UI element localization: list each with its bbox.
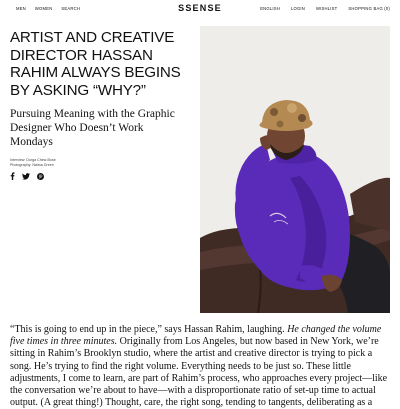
nav-link-wishlist[interactable]: WISHLIST	[316, 6, 337, 11]
nav-link-shopping-bag[interactable]: SHOPPING BAG (0)	[348, 6, 390, 11]
article-hero-photo	[200, 26, 390, 313]
article-headline: ARTIST AND CREATIVE DIRECTOR HASSAN RAHI…	[10, 29, 181, 99]
nav-right-group: ENGLISH LOGIN WISHLIST SHOPPING BAG (0)	[260, 6, 390, 11]
top-navigation: MEN WOMEN SEARCH SSENSE ENGLISH LOGIN WI…	[0, 0, 400, 20]
article-subhead: Pursuing Meaning with the Graphic Design…	[10, 108, 175, 148]
portrait-illustration	[200, 26, 390, 313]
share-buttons	[10, 172, 44, 180]
body-text-intro: “This is going to end up in the piece,” …	[10, 324, 288, 335]
nav-link-language[interactable]: ENGLISH	[260, 6, 280, 11]
facebook-icon[interactable]	[10, 172, 15, 180]
pinterest-icon[interactable]	[37, 172, 44, 180]
article-body: “This is going to end up in the piece,” …	[10, 324, 394, 409]
credit-photography: Photography: Naima Green	[10, 163, 54, 167]
nav-link-login[interactable]: LOGIN	[291, 6, 305, 11]
article-credits: Interview: Durga Chew-Bose Photography: …	[10, 158, 56, 168]
twitter-icon[interactable]	[22, 172, 30, 180]
